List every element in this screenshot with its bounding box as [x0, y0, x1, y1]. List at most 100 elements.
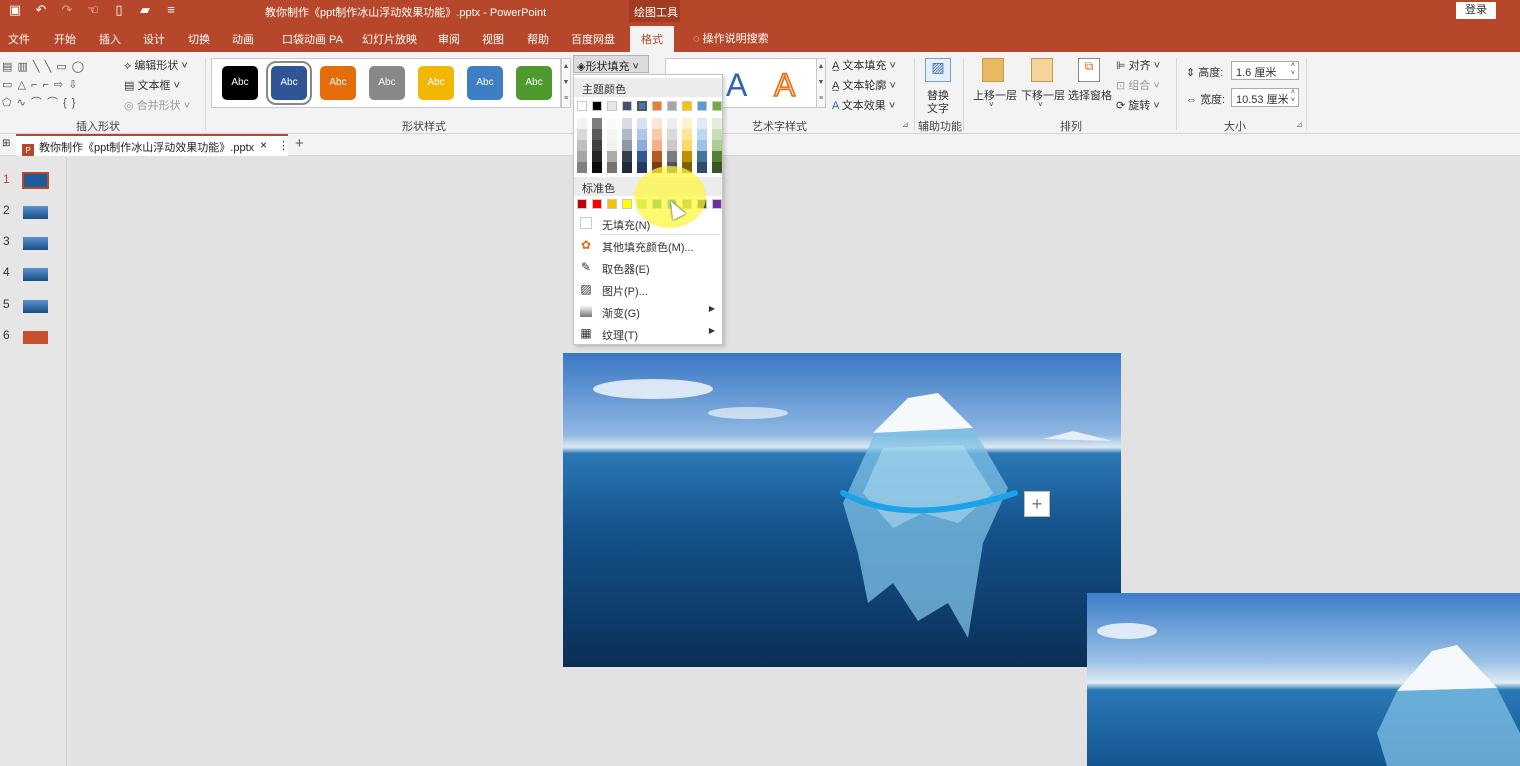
theme-shade-swatch[interactable]: [592, 118, 602, 129]
theme-color-swatch[interactable]: [607, 101, 617, 111]
theme-shade-swatch[interactable]: [667, 118, 677, 129]
bring-forward-label[interactable]: 上移一层: [973, 87, 1017, 103]
theme-shade-swatch[interactable]: [622, 118, 632, 129]
text-fill-button[interactable]: A̲ 文本填充 ˅: [832, 57, 896, 73]
login-button[interactable]: 登录: [1456, 2, 1496, 19]
theme-color-swatch[interactable]: [697, 101, 707, 111]
standard-color-swatch[interactable]: [577, 199, 587, 209]
styles-scroll-arrows[interactable]: ▲ ▼ ≡: [561, 58, 571, 108]
theme-shade-swatch[interactable]: [712, 151, 722, 162]
theme-shade-swatch[interactable]: [652, 129, 662, 140]
close-tab-icon[interactable]: ×: [260, 138, 267, 152]
send-backward-label[interactable]: 下移一层: [1021, 87, 1065, 103]
edit-shape-button[interactable]: ⟡ 编辑形状 ˅: [124, 57, 188, 73]
style-swatch-orange[interactable]: Abc: [320, 66, 356, 100]
tab-slideshow[interactable]: 幻灯片放映: [362, 31, 417, 47]
dialog-launcher-icon[interactable]: ⊿: [902, 120, 909, 129]
tab-design[interactable]: 设计: [143, 31, 165, 47]
tab-review[interactable]: 审阅: [438, 31, 460, 47]
theme-color-swatch[interactable]: [622, 101, 632, 111]
wordart-sample-orange[interactable]: A: [773, 66, 796, 104]
theme-shade-swatch[interactable]: [607, 140, 617, 151]
merge-shapes-button[interactable]: ◎ 合并形状 ˅: [124, 97, 190, 113]
theme-shade-swatch[interactable]: [697, 118, 707, 129]
theme-shade-swatch[interactable]: [682, 140, 692, 151]
theme-shade-swatch[interactable]: [607, 151, 617, 162]
style-swatch-light-blue[interactable]: Abc: [467, 66, 503, 100]
theme-shade-swatch[interactable]: [607, 129, 617, 140]
theme-shade-swatch[interactable]: [622, 151, 632, 162]
bring-forward-icon[interactable]: [982, 58, 1004, 82]
slide-thumbnail[interactable]: [23, 331, 48, 344]
rotate-handle-plus-icon[interactable]: +: [1024, 491, 1050, 517]
theme-shade-swatch[interactable]: [637, 118, 647, 129]
style-swatch-gray[interactable]: Abc: [369, 66, 405, 100]
tab-insert[interactable]: 插入: [99, 31, 121, 47]
slide-thumbnail-selected[interactable]: [22, 172, 49, 189]
tab-transitions[interactable]: 切换: [188, 31, 210, 47]
tell-me-search[interactable]: ◌ 操作说明搜索: [693, 30, 769, 46]
rotate-button[interactable]: ⟳ 旋转 ˅: [1116, 97, 1160, 113]
theme-shade-swatch[interactable]: [592, 151, 602, 162]
selection-pane-icon[interactable]: ⧉: [1078, 58, 1100, 82]
tab-view[interactable]: 视图: [482, 31, 504, 47]
theme-shade-swatch[interactable]: [577, 118, 587, 129]
standard-color-swatch[interactable]: [592, 199, 602, 209]
theme-shade-swatch[interactable]: [682, 151, 692, 162]
theme-shade-swatch[interactable]: [697, 151, 707, 162]
theme-shade-swatch[interactable]: [637, 129, 647, 140]
theme-shade-swatch[interactable]: [637, 151, 647, 162]
theme-shade-swatch[interactable]: [682, 118, 692, 129]
theme-shade-swatch[interactable]: [577, 129, 587, 140]
theme-shade-swatch[interactable]: [622, 129, 632, 140]
text-effects-button[interactable]: A 文本效果 ˅: [832, 97, 895, 113]
theme-color-swatch[interactable]: [712, 101, 722, 111]
send-backward-dropdown-icon[interactable]: ˅: [1038, 100, 1043, 109]
theme-shade-swatch[interactable]: [667, 151, 677, 162]
send-backward-icon[interactable]: [1031, 58, 1053, 82]
theme-shade-swatch[interactable]: [577, 162, 587, 173]
picture-fill-item[interactable]: ▨ 图片(P)...: [574, 278, 722, 300]
theme-shade-swatch[interactable]: [667, 140, 677, 151]
texture-item[interactable]: ▦ 纹理(T) ▶: [574, 322, 722, 344]
alt-text-label-2[interactable]: 文字: [927, 100, 949, 116]
tab-home[interactable]: 开始: [54, 31, 76, 47]
theme-shade-swatch[interactable]: [667, 129, 677, 140]
theme-color-swatch[interactable]: [682, 101, 692, 111]
text-outline-button[interactable]: A̲ 文本轮廓 ˅: [832, 77, 896, 93]
theme-shade-swatch[interactable]: [607, 118, 617, 129]
wordart-scroll-arrows[interactable]: ▲ ▼ ≡: [816, 58, 826, 108]
document-tab[interactable]: P 教你制作《ppt制作冰山浮动效果功能》.pptx × ⋮: [16, 134, 289, 157]
theme-shade-swatch[interactable]: [682, 129, 692, 140]
open-folder-icon[interactable]: ▰: [138, 2, 152, 18]
slide-thumbnail[interactable]: [23, 237, 48, 250]
new-tab-button[interactable]: +: [295, 135, 304, 152]
size-dialog-launcher-icon[interactable]: ⊿: [1296, 120, 1303, 129]
theme-shade-swatch[interactable]: [697, 140, 707, 151]
bring-forward-dropdown-icon[interactable]: ˅: [989, 100, 994, 109]
theme-shade-swatch[interactable]: [592, 140, 602, 151]
height-input[interactable]: 1.6 厘米 ˄ ˅: [1231, 61, 1299, 80]
standard-color-swatch[interactable]: [607, 199, 617, 209]
theme-color-swatch[interactable]: [652, 101, 662, 111]
height-spinner-icon[interactable]: ˄ ˅: [1291, 62, 1295, 78]
theme-color-swatch[interactable]: [577, 101, 587, 111]
width-input[interactable]: 10.53 厘米 ˄ ˅: [1231, 88, 1299, 107]
theme-shade-swatch[interactable]: [637, 162, 647, 173]
theme-shade-swatch[interactable]: [697, 162, 707, 173]
tab-help[interactable]: 帮助: [527, 31, 549, 47]
style-swatch-blue-selected[interactable]: Abc: [266, 61, 312, 105]
theme-shade-swatch[interactable]: [622, 140, 632, 151]
slide-thumbnail[interactable]: [23, 300, 48, 313]
tab-baidu-netdisk[interactable]: 百度网盘: [571, 31, 615, 47]
tab-format[interactable]: 格式: [630, 26, 674, 52]
theme-shade-swatch[interactable]: [637, 140, 647, 151]
iceberg-preview-image[interactable]: [1087, 593, 1520, 766]
theme-shade-swatch[interactable]: [712, 129, 722, 140]
undo-icon[interactable]: ↶: [34, 2, 48, 18]
tab-animations[interactable]: 动画: [232, 31, 254, 47]
theme-shade-swatch[interactable]: [607, 162, 617, 173]
style-swatch-black[interactable]: Abc: [222, 66, 258, 100]
theme-shade-swatch[interactable]: [712, 140, 722, 151]
standard-color-swatch[interactable]: [622, 199, 632, 209]
